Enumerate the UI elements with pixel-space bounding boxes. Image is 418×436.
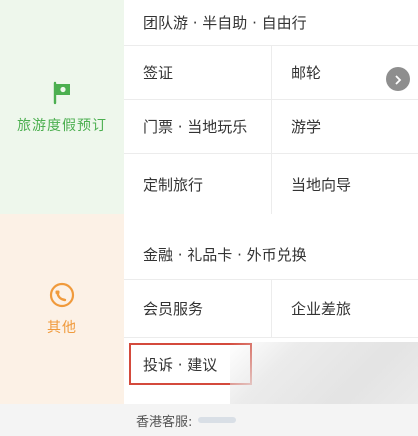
menu-item-study-tour[interactable]: 游学	[272, 100, 418, 154]
menu-item-group-tour[interactable]: 团队游 · 半自助 · 自由行	[124, 0, 418, 46]
menu-item-visa[interactable]: 签证	[124, 46, 272, 100]
menu-item-local-guide[interactable]: 当地向导	[272, 154, 418, 214]
redacted-phone	[198, 417, 237, 423]
section-other-title: 其他	[47, 320, 77, 336]
section-other-label: 其他	[0, 214, 124, 404]
travel-flag-icon	[48, 79, 76, 107]
section-travel-title: 旅游度假预订	[17, 118, 107, 134]
menu-item-custom-travel[interactable]: 定制旅行	[124, 154, 272, 214]
hk-service-label: 香港客服:	[136, 414, 193, 430]
menu-item-member-service[interactable]: 会员服务	[124, 280, 272, 338]
menu-item-finance[interactable]: 金融 · 礼品卡 · 外币兑换	[124, 230, 418, 280]
menu-item-tickets[interactable]: 门票 · 当地玩乐	[124, 100, 272, 154]
footer-bar: 香港客服:	[0, 404, 418, 436]
scroll-next-button[interactable]	[386, 67, 410, 91]
section-travel-label: 旅游度假预订	[0, 0, 124, 214]
chevron-right-icon	[393, 70, 403, 89]
menu-item-business-travel[interactable]: 企业差旅	[272, 280, 418, 338]
customer-service-icon	[48, 281, 76, 309]
